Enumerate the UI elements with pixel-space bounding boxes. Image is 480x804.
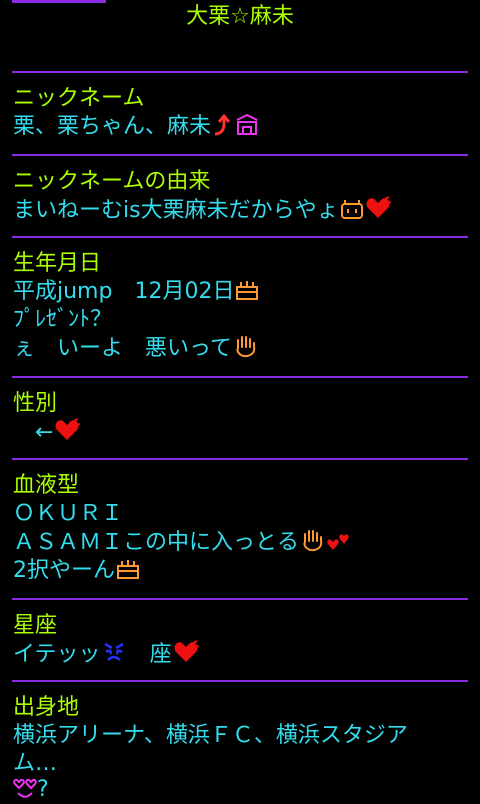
section-zodiac: 星座 イテッッ 座 bbox=[12, 598, 468, 669]
birthday-date: 平成jump 12月02日 bbox=[13, 279, 235, 304]
zodiac-label: 星座 bbox=[13, 613, 58, 638]
page-title: 大栗☆麻未 bbox=[186, 4, 294, 29]
up-arrow-icon bbox=[212, 114, 234, 136]
birthplace-label: 出身地 bbox=[13, 695, 80, 720]
heart-icon bbox=[365, 196, 391, 220]
gender-value-row: ← bbox=[13, 418, 468, 447]
heart-icon bbox=[54, 418, 81, 442]
gender-arrow: ← bbox=[35, 420, 54, 445]
zodiac-value-row: イテッッ 座 bbox=[13, 640, 468, 669]
section-birthday: 生年月日 平成jump 12月02日 ﾌﾟﾚｾﾞﾝﾄ？ ぇ いーよ 悪いって bbox=[12, 236, 468, 363]
nickname-origin-value-row: まいねーむis大栗麻未だからやょ bbox=[13, 196, 468, 225]
birthday-line-1: 平成jump 12月02日 bbox=[13, 278, 468, 306]
hand-icon bbox=[233, 334, 259, 358]
nickname-value: 栗、栗ちゃん、麻未 bbox=[13, 114, 212, 139]
birthday-line-2: ﾌﾟﾚｾﾞﾝﾄ？ bbox=[13, 307, 113, 332]
section-gender: 性別 ← bbox=[12, 376, 468, 447]
section-nickname: ニックネーム 栗、栗ちゃん、麻未 bbox=[12, 71, 468, 141]
birthday-label: 生年月日 bbox=[13, 251, 102, 276]
cake-icon bbox=[116, 558, 140, 580]
face-icon bbox=[340, 198, 364, 220]
blood-type-text-2: ＡＳＡＭＩこの中に入っとる bbox=[13, 530, 300, 555]
divider bbox=[12, 236, 468, 238]
blood-type-line-2: ＡＳＡＭＩこの中に入っとる bbox=[13, 528, 468, 557]
top-tab-indicator bbox=[12, 0, 106, 3]
nickname-label: ニックネーム bbox=[13, 86, 145, 111]
divider bbox=[12, 458, 468, 460]
birthplace-line-2: ム… bbox=[13, 751, 58, 776]
zodiac-value-a: イテッッ bbox=[13, 642, 101, 667]
blood-type-line-1: ＯＫＵＲＩ bbox=[13, 501, 124, 526]
zodiac-value-b: 座 bbox=[149, 642, 172, 667]
nickname-value-row: 栗、栗ちゃん、麻未 bbox=[13, 113, 468, 141]
nickname-origin-label: ニックネームの由来 bbox=[13, 169, 211, 194]
birthplace-question: ? bbox=[37, 777, 49, 802]
cake-icon bbox=[235, 279, 259, 301]
section-birthplace: 出身地 横浜アリーナ、横浜ＦＣ、横浜スタジア ム… ? bbox=[12, 680, 468, 802]
divider bbox=[12, 680, 468, 682]
divider bbox=[12, 598, 468, 600]
divider bbox=[12, 154, 468, 156]
blood-type-line-3: 2択やーん bbox=[13, 557, 468, 585]
divider bbox=[12, 71, 468, 73]
birthplace-line-1: 横浜アリーナ、横浜ＦＣ、横浜スタジア bbox=[13, 723, 408, 748]
birthplace-line-3: ? bbox=[13, 778, 468, 802]
blood-type-text-3: 2択やーん bbox=[13, 558, 115, 583]
hand-icon bbox=[300, 528, 326, 552]
section-blood-type: 血液型 ＯＫＵＲＩ ＡＳＡＭＩこの中に入っとる 2択やーん bbox=[12, 458, 468, 585]
nickname-origin-value: まいねーむis大栗麻未だからやょ bbox=[13, 198, 339, 223]
heart-small-icon bbox=[327, 530, 351, 552]
birthday-reply: ぇ いーよ 悪いって bbox=[13, 336, 232, 361]
angry-face-icon bbox=[102, 640, 126, 664]
double-heart-icon bbox=[13, 778, 37, 800]
tent-icon bbox=[235, 114, 259, 136]
divider bbox=[12, 376, 468, 378]
section-nickname-origin: ニックネームの由来 まいねーむis大栗麻未だからやょ bbox=[12, 154, 468, 225]
blood-type-label: 血液型 bbox=[13, 473, 80, 498]
birthday-line-3: ぇ いーよ 悪いって bbox=[13, 334, 468, 363]
gender-label: 性別 bbox=[13, 391, 58, 416]
heart-icon bbox=[173, 640, 199, 664]
